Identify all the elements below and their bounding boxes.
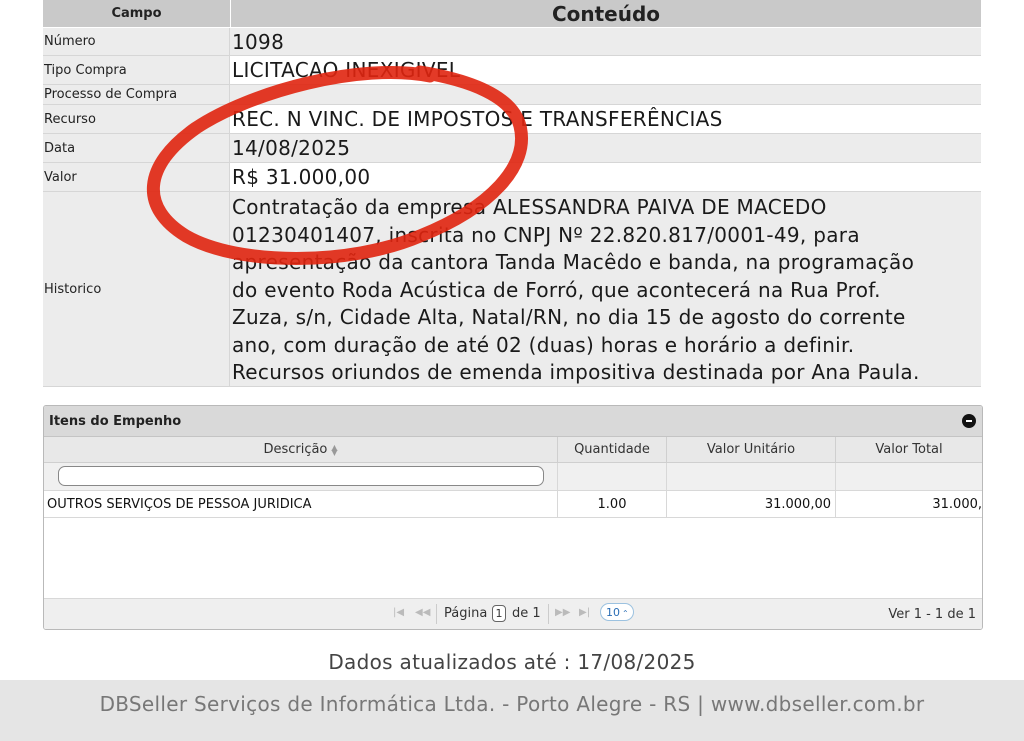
- detail-row-data: Data 14/08/2025: [43, 134, 981, 163]
- column-header-quantidade[interactable]: Quantidade: [558, 437, 667, 463]
- field-label: Data: [43, 134, 230, 162]
- filter-row-descricao: [44, 463, 558, 491]
- filter-row-valor-unitario: [667, 463, 836, 491]
- updated-date-text: Dados atualizados até : 17/08/2025: [328, 650, 696, 674]
- field-value: [230, 85, 981, 104]
- detail-row-tipo-compra: Tipo Compra LICITACAO INEXIGIVEL: [43, 56, 981, 85]
- field-value: 14/08/2025: [230, 134, 981, 162]
- field-column-header: Campo: [43, 0, 230, 27]
- detail-row-recurso: Recurso REC. N VINC. DE IMPOSTOS E TRANS…: [43, 105, 981, 134]
- field-label: Recurso: [43, 105, 230, 133]
- historico-line: ano, com duração de até 02 (duas) horas …: [232, 332, 855, 357]
- detail-row-numero: Número 1098: [43, 28, 981, 56]
- select-arrow-icon: ⌃: [622, 609, 629, 618]
- detail-row-processo: Processo de Compra: [43, 85, 981, 105]
- page-count-label: de 1: [512, 606, 541, 621]
- pager-bar: |◀ ◀◀ Página 1 de 1 ▶▶ ▶| 10 ⌃ Ver 1 - 1 …: [44, 598, 982, 629]
- page-number-input[interactable]: 1: [492, 605, 506, 622]
- next-page-icon[interactable]: ▶▶: [555, 607, 570, 618]
- cell-valor-total: 31.000,: [836, 491, 982, 518]
- cell-valor-unitario: 31.000,00: [667, 491, 836, 518]
- historico-line: 01230401407, inscrita no CNPJ Nº 22.820.…: [232, 222, 860, 247]
- first-page-icon[interactable]: |◀: [393, 607, 404, 618]
- column-header-descricao[interactable]: Descrição ▲ ▼: [44, 437, 558, 463]
- field-value: LICITACAO INEXIGIVEL: [230, 56, 981, 84]
- column-header-valor-unitario[interactable]: Valor Unitário: [667, 437, 836, 463]
- page-label: Página: [444, 606, 488, 621]
- records-summary: Ver 1 - 1 de 1: [888, 607, 976, 622]
- field-value: REC. N VINC. DE IMPOSTOS E TRANSFERÊNCIA…: [230, 105, 981, 133]
- filter-row-valor-total: [836, 463, 982, 491]
- field-label: Historico: [43, 192, 230, 386]
- historico-text: Contratação da empresa ALESSANDRA PAIVA …: [230, 192, 981, 386]
- filter-row-quantidade: [558, 463, 667, 491]
- cell-quantidade: 1.00: [558, 491, 667, 518]
- items-grid-title: Itens do Empenho: [49, 413, 182, 429]
- items-grid-title-bar: Itens do Empenho: [44, 406, 982, 437]
- items-grid: Itens do Empenho Descrição ▲ ▼ Quantidade…: [43, 405, 983, 630]
- column-header-valor-total[interactable]: Valor Total: [836, 437, 982, 463]
- cell-descricao: OUTROS SERVIÇOS DE PESSOA JURIDICA: [44, 491, 558, 518]
- last-page-icon[interactable]: ▶|: [579, 607, 590, 618]
- descricao-filter-input[interactable]: [58, 466, 544, 486]
- field-label: Processo de Compra: [43, 85, 230, 104]
- detail-row-historico: Historico Contratação da empresa ALESSAN…: [43, 192, 981, 387]
- prev-page-icon[interactable]: ◀◀: [415, 607, 430, 618]
- field-label: Valor: [43, 163, 230, 191]
- historico-line: apresentação da cantora Tanda Macêdo e b…: [232, 250, 915, 274]
- footer-text: DBSeller Serviços de Informática Ltda. -…: [99, 692, 925, 716]
- historico-line: do evento Roda Acústica de Forró, que ac…: [232, 277, 881, 302]
- collapse-icon[interactable]: [962, 414, 976, 428]
- historico-line: Recursos oriundos de emenda impositiva d…: [232, 360, 920, 384]
- sort-icon[interactable]: ▲ ▼: [331, 443, 337, 456]
- page-size-select[interactable]: 10 ⌃: [600, 603, 634, 621]
- historico-line: Zuza, s/n, Cidade Alta, Natal/RN, no dia…: [232, 305, 906, 329]
- field-value: 1098: [230, 28, 981, 55]
- field-label: Tipo Compra: [43, 56, 230, 84]
- pager-separator: [436, 604, 437, 624]
- pager-separator: [548, 604, 549, 624]
- historico-line: Contratação da empresa ALESSANDRA PAIVA …: [232, 195, 827, 219]
- field-label: Número: [43, 28, 230, 55]
- field-value: R$ 31.000,00: [230, 163, 981, 191]
- detail-row-valor: Valor R$ 31.000,00: [43, 163, 981, 192]
- footer: DBSeller Serviços de Informática Ltda. -…: [0, 680, 1024, 741]
- content-column-header: Conteúdo: [231, 0, 981, 27]
